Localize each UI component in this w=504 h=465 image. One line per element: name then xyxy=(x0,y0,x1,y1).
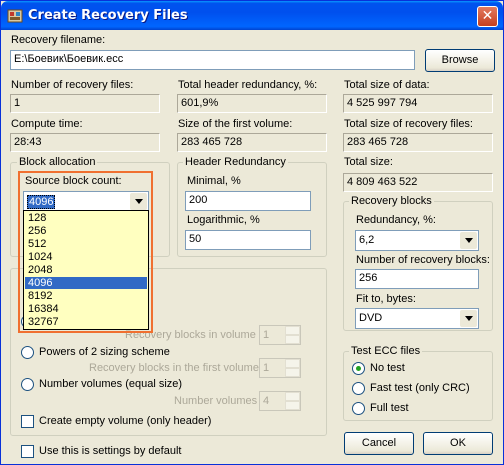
blocks-first-volume-value: 1 xyxy=(263,362,270,374)
spin-up-button[interactable] xyxy=(285,326,300,335)
first-volume-size-value: 283 465 728 xyxy=(177,133,327,152)
minimal-label: Minimal, % xyxy=(187,175,241,187)
fit-to-bytes-select[interactable]: DVD xyxy=(355,308,479,329)
first-volume-size-label: Size of the first volume: xyxy=(178,118,293,130)
chevron-down-icon xyxy=(465,316,473,321)
num-recovery-files-label: Number of recovery files: xyxy=(11,79,134,91)
header-redundancy-title: Header Redundancy xyxy=(183,156,288,168)
blocks-in-volume-value: 1 xyxy=(263,329,270,341)
window-title: Create Recovery Files xyxy=(28,8,188,23)
number-volumes-spinner[interactable]: 4 xyxy=(259,391,301,411)
fit-to-bytes-dropdown-button[interactable] xyxy=(460,310,477,327)
redundancy-dropdown-button[interactable] xyxy=(460,232,477,249)
total-data-size-value: 4 525 997 794 xyxy=(343,94,493,113)
spin-up-button[interactable] xyxy=(285,392,300,401)
number-volumes-label: Number volumes xyxy=(174,395,258,407)
spin-down-button[interactable] xyxy=(285,335,300,344)
header-redundancy-total-label: Total header redundancy, %: xyxy=(178,79,318,91)
number-volumes-value: 4 xyxy=(263,395,270,407)
equal-volumes-radio[interactable] xyxy=(21,378,34,391)
highlight-annotation xyxy=(18,171,153,333)
redundancy-label: Redundancy, %: xyxy=(356,214,436,226)
logarithmic-input[interactable]: 50 xyxy=(185,230,311,250)
redundancy-value: 6,2 xyxy=(359,234,375,246)
blocks-in-volume-spinner[interactable]: 1 xyxy=(259,325,301,345)
compute-time-label: Compute time: xyxy=(11,118,83,130)
spin-down-button[interactable] xyxy=(285,368,300,377)
fast-test-radio[interactable] xyxy=(352,382,365,395)
redundancy-select[interactable]: 6,2 xyxy=(355,230,479,251)
ok-button[interactable]: OK xyxy=(423,432,493,455)
spin-up-button[interactable] xyxy=(285,359,300,368)
blocks-first-volume-label: Recovery blocks in the first volume xyxy=(89,362,259,374)
header-redundancy-total-value: 601,9% xyxy=(177,94,327,113)
chevron-down-icon xyxy=(465,238,473,243)
fit-to-bytes-label: Fit to, bytes: xyxy=(356,293,416,305)
number-recovery-blocks-input[interactable]: 256 xyxy=(355,269,479,289)
equal-volumes-label: Number volumes (equal size) xyxy=(39,378,183,390)
compute-time-value: 28:43 xyxy=(10,133,160,152)
fit-to-bytes-value: DVD xyxy=(359,312,383,324)
block-allocation-title: Block allocation xyxy=(17,156,98,168)
title-bar[interactable]: Create Recovery Files ✕ xyxy=(1,1,503,30)
total-size-label: Total size: xyxy=(344,156,393,168)
create-empty-volume-label: Create empty volume (only header) xyxy=(39,415,212,427)
total-size-value: 4 809 463 522 xyxy=(343,173,493,192)
spin-down-button[interactable] xyxy=(285,401,300,410)
test-ecc-title: Test ECC files xyxy=(349,345,423,357)
total-recovery-size-label: Total size of recovery files: xyxy=(344,118,473,130)
full-test-label: Full test xyxy=(370,402,409,414)
recovery-filename-input[interactable]: E:\Боевик\Боевик.ecc xyxy=(10,50,415,70)
minimal-input[interactable]: 200 xyxy=(185,191,311,211)
num-recovery-files-value: 1 xyxy=(10,94,160,113)
number-recovery-blocks-label: Number of recovery blocks: xyxy=(356,254,490,266)
powers-of-2-radio[interactable] xyxy=(21,346,34,359)
cancel-button[interactable]: Cancel xyxy=(344,432,414,455)
close-icon: ✕ xyxy=(481,8,494,24)
create-empty-volume-checkbox[interactable] xyxy=(21,415,34,428)
full-test-radio[interactable] xyxy=(352,402,365,415)
browse-button[interactable]: Browse xyxy=(425,49,495,72)
no-test-label: No test xyxy=(370,362,405,374)
blocks-first-volume-spinner[interactable]: 1 xyxy=(259,358,301,378)
create-recovery-files-window: Create Recovery Files ✕ Recovery filenam… xyxy=(0,0,504,465)
radio-selected-dot xyxy=(356,366,361,371)
recovery-filename-label: Recovery filename: xyxy=(11,34,106,46)
total-data-size-label: Total size of data: xyxy=(344,79,430,91)
use-as-default-checkbox[interactable] xyxy=(21,445,34,458)
use-as-default-label: Use this is settings by default xyxy=(39,445,182,457)
close-button[interactable]: ✕ xyxy=(477,6,498,27)
total-recovery-size-value: 283 465 728 xyxy=(343,133,493,152)
no-test-radio[interactable] xyxy=(352,362,365,375)
recovery-blocks-title: Recovery blocks xyxy=(349,195,434,207)
app-icon xyxy=(7,9,23,23)
logarithmic-label: Logarithmic, % xyxy=(187,214,260,226)
fast-test-label: Fast test (only CRC) xyxy=(370,382,470,394)
powers-of-2-label: Powers of 2 sizing scheme xyxy=(39,346,170,358)
